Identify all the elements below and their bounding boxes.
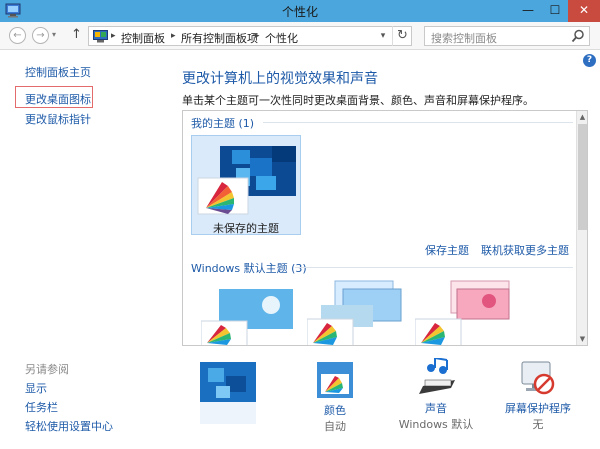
page-title: 更改计算机上的视觉效果和声音 <box>182 71 378 87</box>
sound-setting[interactable]: 声音 Windows 默认 <box>398 358 474 432</box>
title-bar: 个性化 — ☐ ✕ <box>0 0 600 22</box>
unsaved-theme-label: 未保存的主题 <box>213 222 279 235</box>
back-button[interactable]: ← <box>9 27 26 44</box>
sound-value: Windows 默认 <box>398 418 474 431</box>
screensaver-setting[interactable]: 屏幕保护程序 无 <box>500 358 576 432</box>
arrow-left-icon: ← <box>13 30 22 41</box>
help-icon[interactable]: ? <box>583 54 596 67</box>
navigation-bar: ← → ▾ ↑ ▸ 控制面板 ▸ 所有控制面板项 ▸ 个性化 ▾ ↻ 搜索控制面… <box>0 22 600 50</box>
unsaved-theme-tile[interactable]: 未保存的主题 <box>191 135 301 235</box>
see-also-taskbar[interactable]: 任务栏 <box>25 399 58 415</box>
see-also-display[interactable]: 显示 <box>25 380 47 396</box>
arrow-right-icon: → <box>36 30 45 41</box>
color-label[interactable]: 颜色 <box>300 402 370 418</box>
screensaver-label[interactable]: 屏幕保护程序 <box>500 400 576 416</box>
desktop-background-thumbnail[interactable] <box>196 356 260 428</box>
my-themes-heading: 我的主题 (1) <box>191 117 255 130</box>
save-theme-link[interactable]: 保存主题 <box>425 242 469 258</box>
divider <box>263 122 573 123</box>
window-title: 个性化 <box>281 5 318 19</box>
get-more-themes-online-link[interactable]: 联机获取更多主题 <box>481 242 569 258</box>
search-icon <box>571 29 584 43</box>
breadcrumb-personalization[interactable]: 个性化 <box>265 30 298 46</box>
sidebar-change-desktop-icons[interactable]: 更改桌面图标 <box>25 91 91 107</box>
refresh-button[interactable]: ↻ <box>392 26 412 46</box>
lines-and-colors-theme-thumbnail[interactable] <box>307 277 407 346</box>
breadcrumb-separator-icon[interactable]: ▸ <box>255 31 260 41</box>
scrollbar-thumb[interactable] <box>578 124 587 230</box>
control-panel-icon <box>93 30 108 43</box>
address-bar[interactable]: ▸ 控制面板 ▸ 所有控制面板项 ▸ 个性化 <box>88 26 412 46</box>
see-also-ease-of-access[interactable]: 轻松使用设置中心 <box>25 418 113 434</box>
breadcrumb-separator-icon[interactable]: ▸ <box>171 31 176 41</box>
recent-locations-dropdown-icon[interactable]: ▾ <box>52 30 56 39</box>
windows-theme-thumbnail[interactable] <box>201 287 301 346</box>
up-arrow-icon[interactable]: ↑ <box>71 27 82 42</box>
forward-button[interactable]: → <box>32 27 49 44</box>
screensaver-icon <box>521 361 555 395</box>
breadcrumb-control-panel[interactable]: 控制面板 <box>121 30 165 46</box>
search-box[interactable]: 搜索控制面板 <box>424 26 590 46</box>
minimize-button[interactable]: — <box>515 0 541 22</box>
theme-list-scrollbar[interactable]: ▲ ▼ <box>576 111 587 345</box>
divider <box>295 267 573 268</box>
flowers-theme-thumbnail[interactable] <box>415 277 515 346</box>
windows-default-themes-heading: Windows 默认主题 (3) <box>191 262 307 275</box>
sound-icon <box>419 358 455 394</box>
sidebar-change-mouse-pointers[interactable]: 更改鼠标指针 <box>25 111 91 127</box>
page-description: 单击某个主题可一次性同时更改桌面背景、颜色、声音和屏幕保护程序。 <box>182 94 534 107</box>
refresh-icon: ↻ <box>397 28 408 43</box>
color-value: 自动 <box>324 420 346 433</box>
theme-list-panel: 我的主题 (1) 未保存的主题 保存主题 联机获取更多主题 Windows 默认… <box>182 110 588 346</box>
screensaver-value: 无 <box>532 418 544 431</box>
sound-label[interactable]: 声音 <box>398 400 474 416</box>
search-placeholder: 搜索控制面板 <box>431 32 497 45</box>
scroll-up-icon[interactable]: ▲ <box>577 111 588 123</box>
maximize-button[interactable]: ☐ <box>542 0 568 22</box>
address-history-dropdown-icon[interactable]: ▾ <box>376 26 390 46</box>
see-also-heading: 另请参阅 <box>25 363 69 376</box>
sidebar-control-panel-home[interactable]: 控制面板主页 <box>25 64 91 80</box>
breadcrumb-separator-icon: ▸ <box>111 31 116 41</box>
color-setting[interactable]: 颜色 自动 <box>300 362 370 434</box>
theme-preview-image <box>197 146 296 215</box>
color-icon <box>317 362 353 398</box>
breadcrumb-all-items[interactable]: 所有控制面板项 <box>181 30 258 46</box>
close-button[interactable]: ✕ <box>568 0 600 22</box>
scroll-down-icon[interactable]: ▼ <box>577 333 588 345</box>
